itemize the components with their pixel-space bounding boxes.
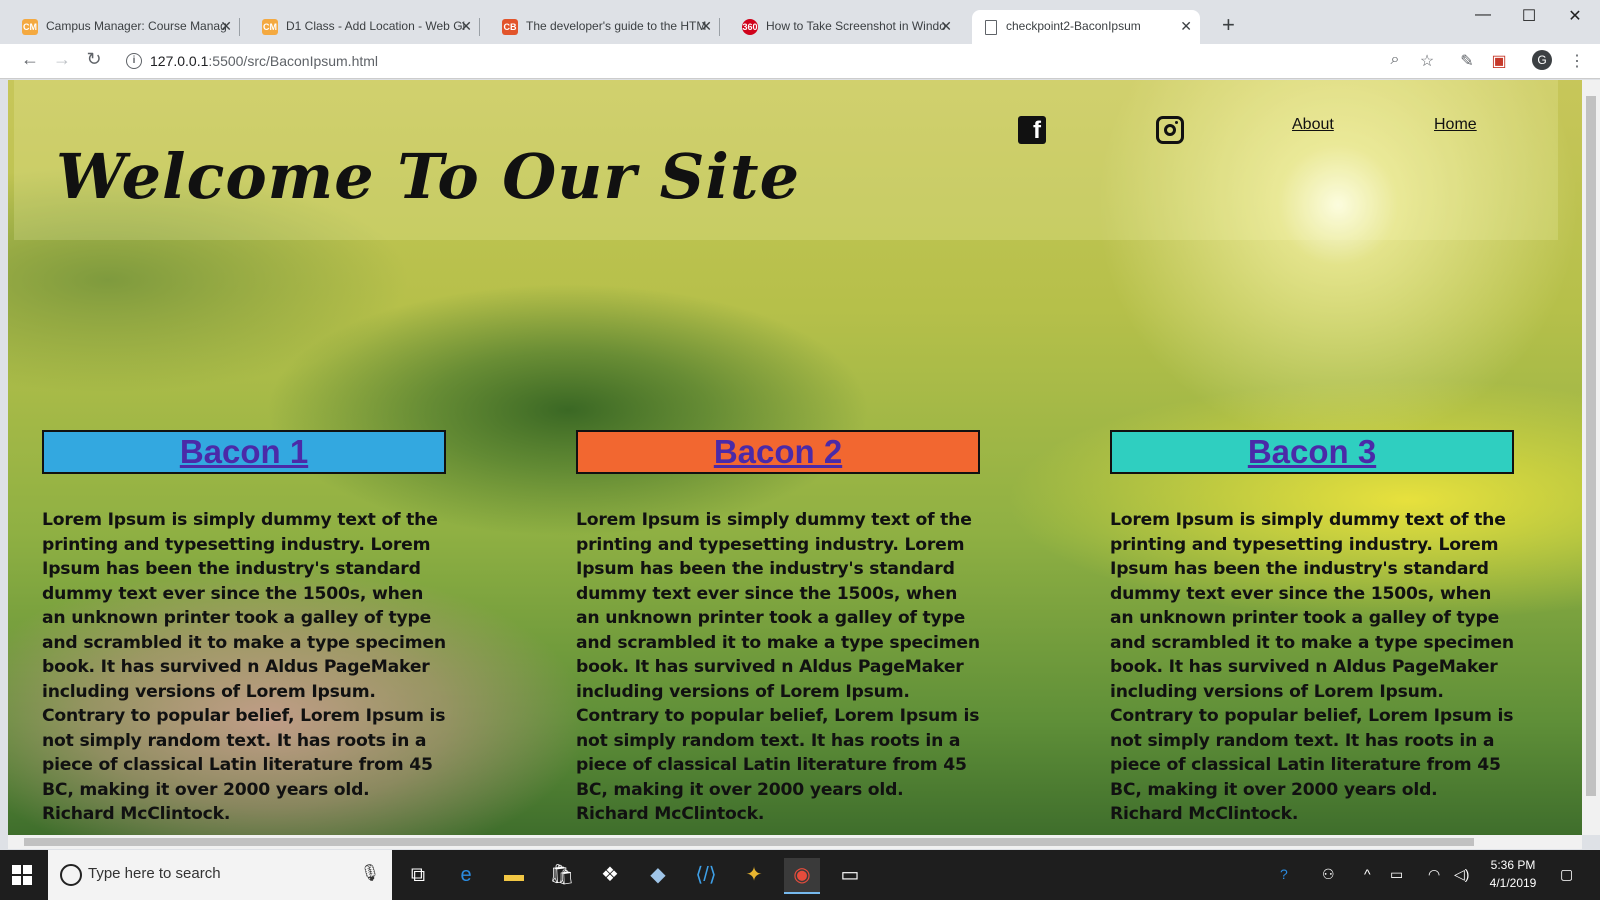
column-heading-link[interactable]: Bacon 2 — [714, 433, 842, 470]
cb-icon: CB — [502, 19, 518, 35]
browser-tab[interactable]: CM Campus Manager: Course Manag ✕ — [12, 10, 240, 46]
close-tab-icon[interactable]: ✕ — [700, 10, 712, 42]
zoom-icon[interactable]: ⌕ — [1384, 51, 1406, 69]
close-tab-icon[interactable]: ✕ — [460, 10, 472, 42]
tab-title: checkpoint2-BaconIpsum — [1006, 19, 1141, 33]
close-tab-icon[interactable]: ✕ — [940, 10, 952, 42]
menu-icon[interactable]: ⋮ — [1566, 51, 1588, 71]
scroll-thumb[interactable] — [24, 838, 1474, 846]
taskbar-clock[interactable]: 5:36 PM 4/1/2019 — [1478, 856, 1548, 892]
forward-button[interactable]: → — [50, 49, 74, 70]
column-text: Lorem Ipsum is simply dummy text of the … — [1110, 510, 1514, 824]
notifications-icon[interactable]: ▢ — [1560, 866, 1573, 883]
instagram-icon[interactable] — [1156, 116, 1184, 144]
bacon-column: Bacon 1 Lorem Ipsum is simply dummy text… — [42, 430, 446, 827]
tab-divider — [719, 18, 720, 36]
browser-tab[interactable]: CB The developer's guide to the HTM ✕ — [492, 10, 720, 46]
bacon-column: Bacon 2 Lorem Ipsum is simply dummy text… — [576, 430, 980, 827]
dropbox-icon[interactable]: ❖ — [592, 858, 628, 892]
new-tab-button[interactable]: + — [1222, 12, 1235, 38]
address-bar[interactable]: 127.0.0.1:5500/src/BaconIpsum.html — [150, 50, 378, 72]
chrome-icon[interactable]: ◉ — [784, 858, 820, 894]
maximize-button[interactable]: ☐ — [1514, 6, 1544, 26]
close-tab-icon[interactable]: ✕ — [220, 10, 232, 42]
windows-taskbar: Type here to search 🎙 ⧉ e ▬ 🛍 ❖ ◆ ⟨/⟩ ✦ … — [0, 850, 1600, 900]
minimize-button[interactable]: — — [1468, 6, 1498, 24]
campus-icon: CM — [262, 19, 278, 35]
tab-divider — [239, 18, 240, 36]
nav-link-home[interactable]: Home — [1434, 116, 1477, 134]
info-icon[interactable]: i — [126, 53, 142, 69]
terminal-icon[interactable]: ▭ — [832, 858, 868, 892]
back-button[interactable]: ← — [18, 49, 42, 70]
clock-date: 4/1/2019 — [1489, 876, 1537, 890]
notes-icon[interactable]: ◆ — [640, 858, 676, 892]
site-title: Welcome To Our Site — [56, 140, 801, 213]
file-explorer-icon[interactable]: ▬ — [496, 858, 532, 892]
windows-start-icon[interactable] — [12, 865, 32, 885]
vertical-scrollbar[interactable] — [1582, 80, 1600, 835]
browser-toolbar: ← → ↻ i 127.0.0.1:5500/src/BaconIpsum.ht… — [0, 44, 1600, 79]
bacon-column: Bacon 3 Lorem Ipsum is simply dummy text… — [1110, 430, 1514, 827]
column-heading-box: Bacon 3 — [1110, 430, 1514, 474]
facebook-icon[interactable]: f — [1018, 116, 1046, 144]
help-icon[interactable]: ? — [1280, 866, 1288, 882]
tab-title: How to Take Screenshot in Windo — [766, 19, 946, 33]
microphone-icon[interactable]: 🎙 — [360, 863, 380, 883]
column-heading-box: Bacon 1 — [42, 430, 446, 474]
browser-tab-strip: CM Campus Manager: Course Manag ✕ CM D1 … — [0, 0, 1600, 50]
scroll-thumb[interactable] — [1586, 96, 1596, 796]
battery-icon[interactable]: ▭ — [1390, 866, 1403, 883]
taskbar-search-box[interactable]: Type here to search 🎙 — [48, 850, 392, 900]
close-tab-icon[interactable]: ✕ — [1180, 10, 1192, 42]
column-text: Lorem Ipsum is simply dummy text of the … — [42, 510, 446, 824]
close-window-button[interactable]: ✕ — [1560, 6, 1590, 26]
page-icon — [985, 20, 997, 35]
people-icon[interactable]: ⚇ — [1322, 866, 1335, 883]
url-path: :5500/src/BaconIpsum.html — [208, 53, 379, 69]
campus-icon: CM — [22, 19, 38, 35]
360-icon: 360 — [742, 19, 758, 35]
vscode-icon[interactable]: ⟨/⟩ — [688, 858, 724, 892]
tab-title: Campus Manager: Course Manag — [46, 19, 227, 33]
tab-divider — [479, 18, 480, 36]
git-kraken-icon[interactable]: ✦ — [736, 858, 772, 892]
column-heading-link[interactable]: Bacon 1 — [180, 433, 308, 470]
eyedropper-icon[interactable]: ✎ — [1456, 51, 1478, 71]
profile-avatar[interactable]: G — [1532, 50, 1552, 70]
wifi-icon[interactable]: ◠ — [1428, 866, 1440, 883]
search-placeholder: Type here to search — [88, 865, 221, 882]
tab-title: The developer's guide to the HTM — [526, 19, 707, 33]
nav-link-about[interactable]: About — [1292, 116, 1334, 134]
column-heading-box: Bacon 2 — [576, 430, 980, 474]
column-heading-link[interactable]: Bacon 3 — [1248, 433, 1376, 470]
browser-tab[interactable]: 360 How to Take Screenshot in Windo ✕ — [732, 10, 960, 46]
volume-icon[interactable]: ◁) — [1454, 866, 1469, 883]
task-view-icon[interactable]: ⧉ — [400, 858, 436, 892]
horizontal-scrollbar[interactable] — [8, 835, 1582, 849]
column-text: Lorem Ipsum is simply dummy text of the … — [576, 510, 980, 824]
reload-button[interactable]: ↻ — [82, 49, 106, 70]
bookmark-star-icon[interactable]: ☆ — [1416, 51, 1438, 71]
edge-icon[interactable]: e — [448, 858, 484, 892]
clock-time: 5:36 PM — [1490, 858, 1536, 872]
pdf-extension-icon[interactable]: ▣ — [1488, 51, 1510, 71]
cortana-icon — [60, 864, 82, 886]
url-host: 127.0.0.1 — [150, 53, 209, 69]
tab-title: D1 Class - Add Location - Web Gi — [286, 19, 466, 33]
page-viewport: Welcome To Our Site f About Home Bacon 1… — [8, 80, 1582, 835]
store-icon[interactable]: 🛍 — [544, 858, 580, 892]
chevron-up-icon[interactable]: ^ — [1364, 866, 1371, 882]
browser-tab[interactable]: CM D1 Class - Add Location - Web Gi ✕ — [252, 10, 480, 46]
